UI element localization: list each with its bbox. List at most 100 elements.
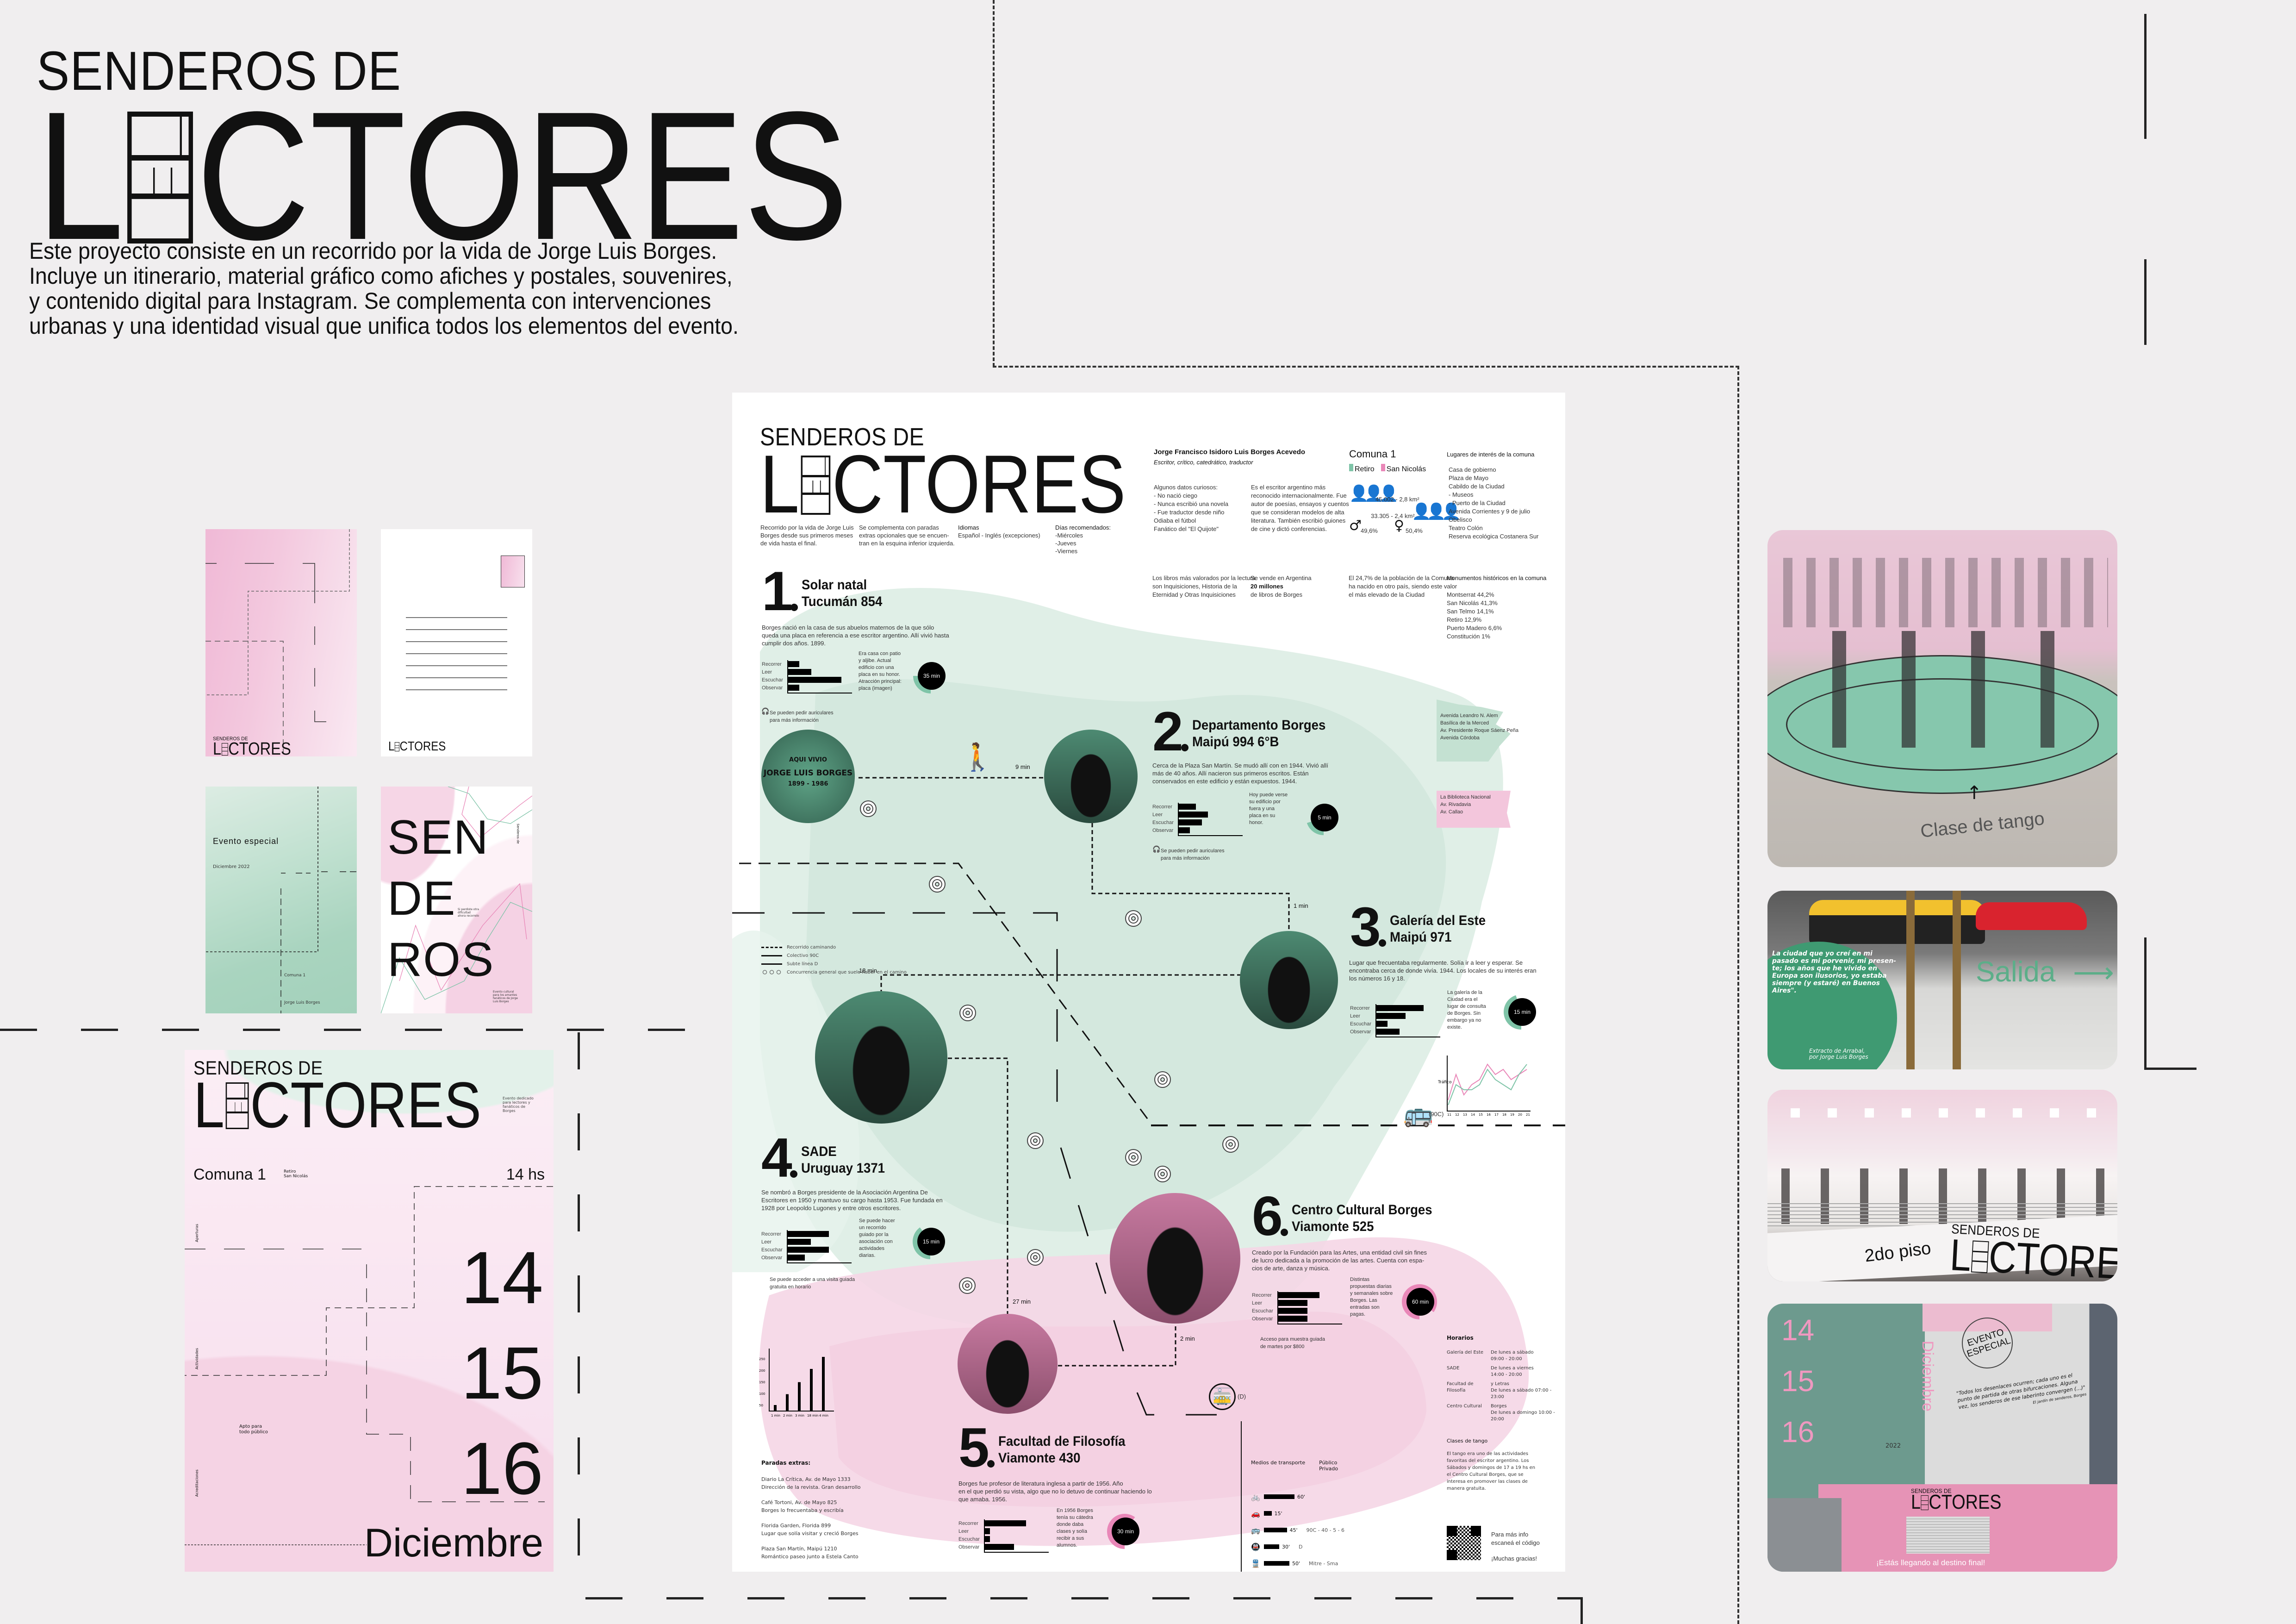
card-author: Jorge Luis Borges — [284, 1000, 320, 1005]
transport-row: 🚇 30' D — [1251, 1538, 1344, 1555]
mural-month: Diciembre — [1919, 1341, 1936, 1412]
bar-label: Leer — [1152, 812, 1163, 818]
comuna-legend: Retiro San Nicolás — [1349, 464, 1426, 474]
itinerary-poster: SENDEROS DE L CTORES Jorge Francisco Isid… — [732, 393, 1565, 1572]
walk-time: 2 min — [1180, 1335, 1195, 1342]
monument-item: Montserrat 44,2% — [1447, 591, 1494, 598]
grey-building — [1767, 1498, 1842, 1572]
green-stat: 33.305 - 2,4 km² — [1371, 512, 1415, 519]
schedule-line: y Letras — [1491, 1381, 1510, 1387]
transport-key: Público Privado — [1319, 1460, 1338, 1472]
pink-note: La Biblioteca Nacional Av. Rivadavia Av. C… — [1440, 794, 1491, 815]
postcard-pink: SENDEROS DE L CTORES — [205, 529, 357, 756]
bar-row: Escuchar — [762, 676, 854, 684]
side-label: Aperturas — [195, 1224, 199, 1242]
thanks-text: ¡Muchas gracias! — [1491, 1555, 1537, 1562]
qr-code[interactable] — [1447, 1526, 1481, 1560]
tango-line: el Centro Cultural Borges, que se — [1447, 1472, 1524, 1477]
guide-line — [993, 0, 995, 367]
logo-letter: L — [760, 438, 800, 531]
stop-side-note: placa (imagen) — [859, 686, 892, 691]
tram-label: (D) — [1238, 1393, 1246, 1400]
logo-letter: L — [1911, 1491, 1921, 1514]
guide-line — [993, 366, 1739, 368]
schedule: De lunes a sábado 09:00 - 20:00 — [1491, 1349, 1560, 1362]
male-percent: 49,6% — [1361, 527, 1378, 534]
stop-address: Tucumán 854 — [802, 594, 883, 609]
route-walk-3-4 — [880, 974, 1241, 991]
postcard-back: L CTORES — [381, 529, 532, 756]
bar-label: Observar — [761, 1255, 783, 1261]
stop-description: Escritores en 1950 y mantuvo su cargo ha… — [761, 1197, 943, 1204]
audience-line: Apto para — [239, 1424, 262, 1429]
legend-retiro: Retiro — [1349, 464, 1375, 474]
chart-axis — [787, 1262, 852, 1263]
logo-letter: L — [1948, 1230, 1973, 1280]
bio-name: Jorge Francisco Isidoro Luis Borges Acev… — [1154, 448, 1306, 456]
bar-label: Escuchar — [762, 677, 783, 683]
bio-fact: que se consideran modelos de alta — [1251, 509, 1344, 516]
map-legend: Recorrido caminando Colectivo 90C Subte lí… — [761, 943, 907, 976]
bar-row: Recorrer — [958, 1519, 1051, 1527]
duration-label: 60 min — [1406, 1288, 1434, 1316]
exit-label: Salida — [1976, 956, 2056, 988]
transport-row: 🚆 50' Mitre - Sma — [1251, 1555, 1344, 1572]
intro-line: -Jueves — [1055, 540, 1076, 547]
bar — [1277, 1316, 1307, 1322]
stop-description: Cerca de la Plaza San Martín. Se mudó al… — [1152, 762, 1328, 769]
route-map — [732, 777, 1565, 1572]
x-tick-label: 18 min — [807, 1414, 818, 1418]
crowd-marker-icon — [1154, 1071, 1171, 1088]
mural-day: 14 — [1781, 1313, 1815, 1347]
transport-title: Medios de transporte — [1251, 1460, 1306, 1466]
intro-line: Se complementa con paradas — [859, 524, 939, 531]
bar — [1375, 1021, 1388, 1027]
schedule-line: De lunes a sábado — [1491, 1350, 1534, 1355]
bar-label: Escuchar — [761, 1247, 783, 1253]
legend-swatch — [761, 969, 782, 975]
quote-line: Aires". — [1772, 987, 1797, 994]
x-tick-label: 19 — [1510, 1113, 1514, 1116]
bookshelf-icon — [221, 743, 228, 756]
photo-gallery: 2do piso SENDEROS DE L CTORES — [1767, 1090, 2117, 1281]
x-tick-label: 21 — [1526, 1113, 1530, 1116]
bar — [787, 1231, 829, 1237]
area-name: San Nicolás — [1386, 465, 1426, 473]
stop-note: para más información — [1161, 856, 1210, 861]
y-axis-label: Tráfico — [1438, 1080, 1452, 1085]
place: Centro Cultural — [1447, 1403, 1491, 1423]
transport-row: 🚲 60' — [1251, 1488, 1344, 1505]
place-name: SADE — [1447, 1366, 1460, 1371]
walking-person-icon: 🚶 — [961, 741, 995, 773]
mural-day: 16 — [1781, 1415, 1815, 1449]
stop-address: Viamonte 525 — [1292, 1219, 1374, 1234]
bar-label: Leer — [761, 1239, 772, 1245]
stat-line: Se vende en Argentina — [1251, 575, 1312, 581]
bar — [1178, 819, 1202, 825]
traffic-line-chart: Tráfico 11 12 13 14 15 16 17 18 19 20 21 — [1438, 1056, 1531, 1116]
bio-fact: - Nunca escribió una novela — [1154, 500, 1229, 507]
time-bar — [1264, 1561, 1289, 1566]
photo-exit: La ciudad que yo creí en mi pasado es mi … — [1767, 891, 2117, 1069]
monuments-title: Monumentos históricos en la comuna — [1447, 575, 1547, 581]
x-tick-label: 4 min — [819, 1414, 828, 1418]
quote-line: pasado es mi porvenir, mi presen- — [1772, 957, 1896, 965]
crowd-marker-icon — [959, 1005, 976, 1021]
legend-san-nicolas: San Nicolás — [1381, 464, 1426, 474]
extra-stop-line: Romántico paseo junto a Estela Canto — [761, 1554, 859, 1560]
bar-row: Escuchar — [1350, 1020, 1443, 1028]
stop-note: para más información — [770, 718, 819, 723]
travel-time: 30' — [1282, 1543, 1290, 1550]
stop-name: Centro Cultural Borges — [1292, 1202, 1432, 1218]
duration-label: 5 min — [1311, 804, 1338, 831]
time-bar — [1264, 1511, 1272, 1516]
private-label: Privado — [1319, 1466, 1338, 1472]
hours-row: SADE De lunes a viernes 14:00 - 20:00 — [1447, 1365, 1560, 1378]
tango-line: manera gratuita. — [1447, 1486, 1486, 1491]
stop-description: 1928 por Leopoldo Lugones y entre otros … — [761, 1205, 901, 1212]
transport-table: Medios de transporte Público Privado 🚲 60' 🚗 1… — [1251, 1460, 1344, 1572]
bar — [1178, 827, 1190, 833]
stop-description: Borges nació en la casa de sus abuelos m… — [762, 624, 934, 631]
footer-line: para los amantes — [493, 993, 517, 997]
stop-description: más de 40 años. Allí nacieron sus primer… — [1152, 770, 1309, 777]
